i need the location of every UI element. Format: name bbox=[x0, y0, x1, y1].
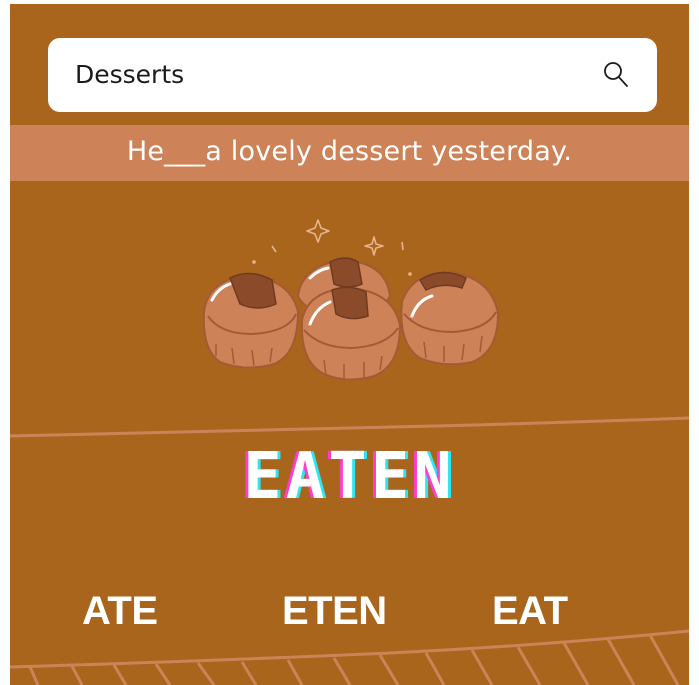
question-sentence: He___a lovely dessert yesterday. bbox=[126, 136, 573, 167]
search-icon[interactable] bbox=[600, 59, 632, 91]
search-bar[interactable]: Desserts bbox=[48, 38, 657, 112]
question-banner: He___a lovely dessert yesterday. bbox=[10, 125, 689, 181]
cream-puffs-illustration bbox=[202, 219, 500, 381]
floor-pattern bbox=[10, 629, 689, 685]
display-word: EATEN bbox=[10, 440, 689, 514]
game-screen: Desserts He___a lovely dessert yesterday… bbox=[10, 4, 689, 685]
display-word-text: EATEN bbox=[243, 440, 456, 514]
search-input[interactable]: Desserts bbox=[75, 59, 184, 91]
